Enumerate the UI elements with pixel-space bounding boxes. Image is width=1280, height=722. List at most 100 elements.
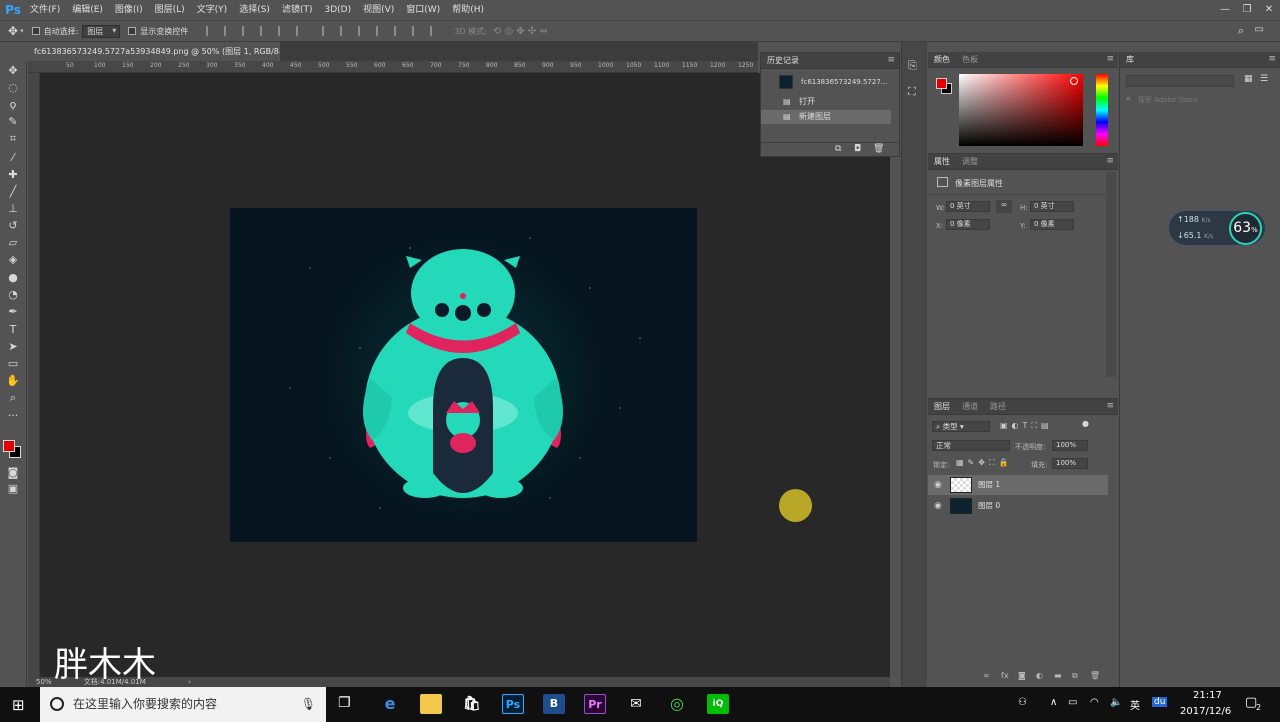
layer-row[interactable]: ◉ 图层 0 xyxy=(928,496,1108,516)
taskbar-search-input[interactable]: 在这里输入你要搜索的内容 🎙 xyxy=(40,687,326,722)
distribute-top-icon[interactable] xyxy=(322,26,332,36)
hue-slider[interactable] xyxy=(1096,74,1108,146)
pen-tool-icon[interactable]: ✒ xyxy=(5,305,21,319)
eye-icon[interactable]: ◉ xyxy=(934,475,942,495)
auto-select-dropdown[interactable]: 图层 xyxy=(82,24,121,38)
restore-button[interactable]: ❐ xyxy=(1236,0,1258,18)
chevron-down-icon[interactable]: ▾ xyxy=(20,27,24,35)
eye-icon[interactable]: ◉ xyxy=(934,496,942,516)
paint-bucket-tool-icon[interactable]: ◈ xyxy=(5,253,21,267)
link-icon[interactable]: ∞ xyxy=(996,200,1012,213)
distribute-right-icon[interactable] xyxy=(412,26,422,36)
eraser-tool-icon[interactable]: ▱ xyxy=(5,236,21,250)
opacity-field[interactable]: 100% xyxy=(1052,440,1088,451)
rectangle-tool-icon[interactable]: ▭ xyxy=(5,357,21,371)
properties-scrollbar[interactable] xyxy=(1106,172,1116,377)
tab-color[interactable]: 颜色 xyxy=(928,52,956,68)
clock-date[interactable]: 2017/12/6 xyxy=(1180,706,1231,717)
network-speed-widget[interactable]: ↑188 K/s ↓65.1 K/s 63% xyxy=(1168,210,1266,246)
tray-expand-icon[interactable]: ∧ xyxy=(1050,697,1057,708)
distribute-vcenter-icon[interactable] xyxy=(340,26,350,36)
align-right-icon[interactable] xyxy=(296,26,306,36)
align-vcenter-icon[interactable] xyxy=(224,26,234,36)
color-picker-field[interactable] xyxy=(959,74,1083,146)
document-tab[interactable]: fc613836573249.5727a53934849.png @ 50% (… xyxy=(28,42,280,61)
clock-time[interactable]: 21:17 xyxy=(1193,690,1222,701)
mail-icon[interactable]: ✉ xyxy=(625,694,647,714)
camera-icon[interactable]: ◘ xyxy=(854,144,861,154)
menu-view[interactable]: 视图(V) xyxy=(357,0,400,20)
hand-tool-icon[interactable]: ✋ xyxy=(5,374,21,388)
foreground-color-swatch[interactable] xyxy=(3,440,15,452)
screen-mode-icon[interactable]: ▣ xyxy=(5,482,21,496)
minimize-button[interactable]: — xyxy=(1214,0,1236,18)
panel-menu-icon[interactable]: ≡ xyxy=(1106,401,1114,411)
marquee-tool-icon[interactable]: ◌ xyxy=(5,81,21,95)
move-tool-icon[interactable]: ✥ xyxy=(8,24,18,38)
stamp-tool-icon[interactable]: ⊥ xyxy=(5,202,21,216)
panel-menu-icon[interactable]: ≡ xyxy=(1106,54,1114,64)
distribute-left-icon[interactable] xyxy=(376,26,386,36)
battery-icon[interactable]: ▭ xyxy=(1068,697,1077,708)
tab-adjustments[interactable]: 调整 xyxy=(956,154,984,170)
lasso-tool-icon[interactable]: ϙ xyxy=(5,98,21,112)
align-hcenter-icon[interactable] xyxy=(278,26,288,36)
menu-filter[interactable]: 滤镜(T) xyxy=(276,0,319,20)
panel-menu-icon[interactable]: ≡ xyxy=(887,55,895,65)
library-search-input[interactable]: 搜索 Adobe Stock xyxy=(1138,95,1198,105)
menu-help[interactable]: 帮助(H) xyxy=(446,0,490,20)
store-icon[interactable]: 🛍 xyxy=(461,694,483,714)
zoom-level[interactable]: 50% xyxy=(36,678,52,686)
menu-select[interactable]: 选择(S) xyxy=(233,0,276,20)
align-top-icon[interactable] xyxy=(206,26,216,36)
wifi-icon[interactable]: ◠ xyxy=(1090,697,1099,708)
eyedropper-tool-icon[interactable]: ⁄ xyxy=(5,151,21,165)
auto-align-icon[interactable] xyxy=(430,26,440,36)
history-item[interactable]: ▤ 打开 xyxy=(761,95,891,109)
tab-channels[interactable]: 通道 xyxy=(956,399,984,415)
app-b-taskbar-icon[interactable]: B xyxy=(543,694,565,714)
trash-icon[interactable]: 🗑 xyxy=(873,144,884,154)
tab-libraries[interactable]: 库 xyxy=(1120,52,1140,68)
width-field[interactable]: 0 英寸 xyxy=(946,201,990,212)
mask-icon[interactable]: ◙ xyxy=(1018,671,1026,680)
more-tools-icon[interactable]: ··· xyxy=(5,409,21,423)
new-document-from-state-icon[interactable]: ⧉ xyxy=(835,144,841,154)
browser-360-icon[interactable]: ◎ xyxy=(666,694,688,714)
baidu-tray-icon[interactable]: du xyxy=(1152,697,1168,707)
volume-icon[interactable]: 🔈 xyxy=(1110,697,1122,708)
tab-layers[interactable]: 图层 xyxy=(928,399,956,415)
healing-tool-icon[interactable]: ✚ xyxy=(5,168,21,182)
history-brush-tool-icon[interactable]: ↺ xyxy=(5,219,21,233)
menu-3d[interactable]: 3D(D) xyxy=(318,0,357,20)
document-canvas[interactable] xyxy=(230,208,697,542)
type-tool-icon[interactable]: T xyxy=(5,323,21,337)
align-bottom-icon[interactable] xyxy=(242,26,252,36)
menu-window[interactable]: 窗口(W) xyxy=(400,0,446,20)
align-left-icon[interactable] xyxy=(260,26,270,36)
zoom-tool-icon[interactable]: ⌕ xyxy=(5,391,21,405)
menu-file[interactable]: 文件(F) xyxy=(24,0,66,20)
panel-menu-icon[interactable]: ≡ xyxy=(1106,156,1114,166)
premiere-taskbar-icon[interactable]: Pr xyxy=(584,694,606,714)
ime-indicator[interactable]: 英 xyxy=(1130,697,1140,712)
quick-mask-icon[interactable]: ◙ xyxy=(5,466,21,480)
properties-dock-icon[interactable]: ⛶ xyxy=(908,85,916,99)
layer-row[interactable]: ◉ 图层 1 xyxy=(928,475,1108,495)
chevron-right-icon[interactable]: › xyxy=(188,678,191,686)
history-item[interactable]: ▤ 新建图层 xyxy=(761,110,891,124)
fg-swatch[interactable] xyxy=(936,78,947,89)
workspace-icon[interactable]: ▭ xyxy=(1255,24,1264,35)
menu-image[interactable]: 图像(I) xyxy=(109,0,149,20)
history-dock-icon[interactable]: ⎘ xyxy=(908,59,917,73)
microphone-icon[interactable]: 🎙 xyxy=(301,687,316,722)
photoshop-taskbar-icon[interactable]: Ps xyxy=(502,694,524,714)
x-field[interactable]: 0 像素 xyxy=(946,219,990,230)
library-dropdown[interactable] xyxy=(1126,75,1234,87)
menu-layer[interactable]: 图层(L) xyxy=(149,0,191,20)
y-field[interactable]: 0 像素 xyxy=(1030,219,1074,230)
dodge-tool-icon[interactable]: ◔ xyxy=(5,288,21,302)
layer-filter-dropdown[interactable]: ⌕ 类型 ▾ xyxy=(932,421,990,432)
windows-start-icon[interactable]: ⊞ xyxy=(12,696,25,714)
tab-paths[interactable]: 路径 xyxy=(984,399,1012,415)
